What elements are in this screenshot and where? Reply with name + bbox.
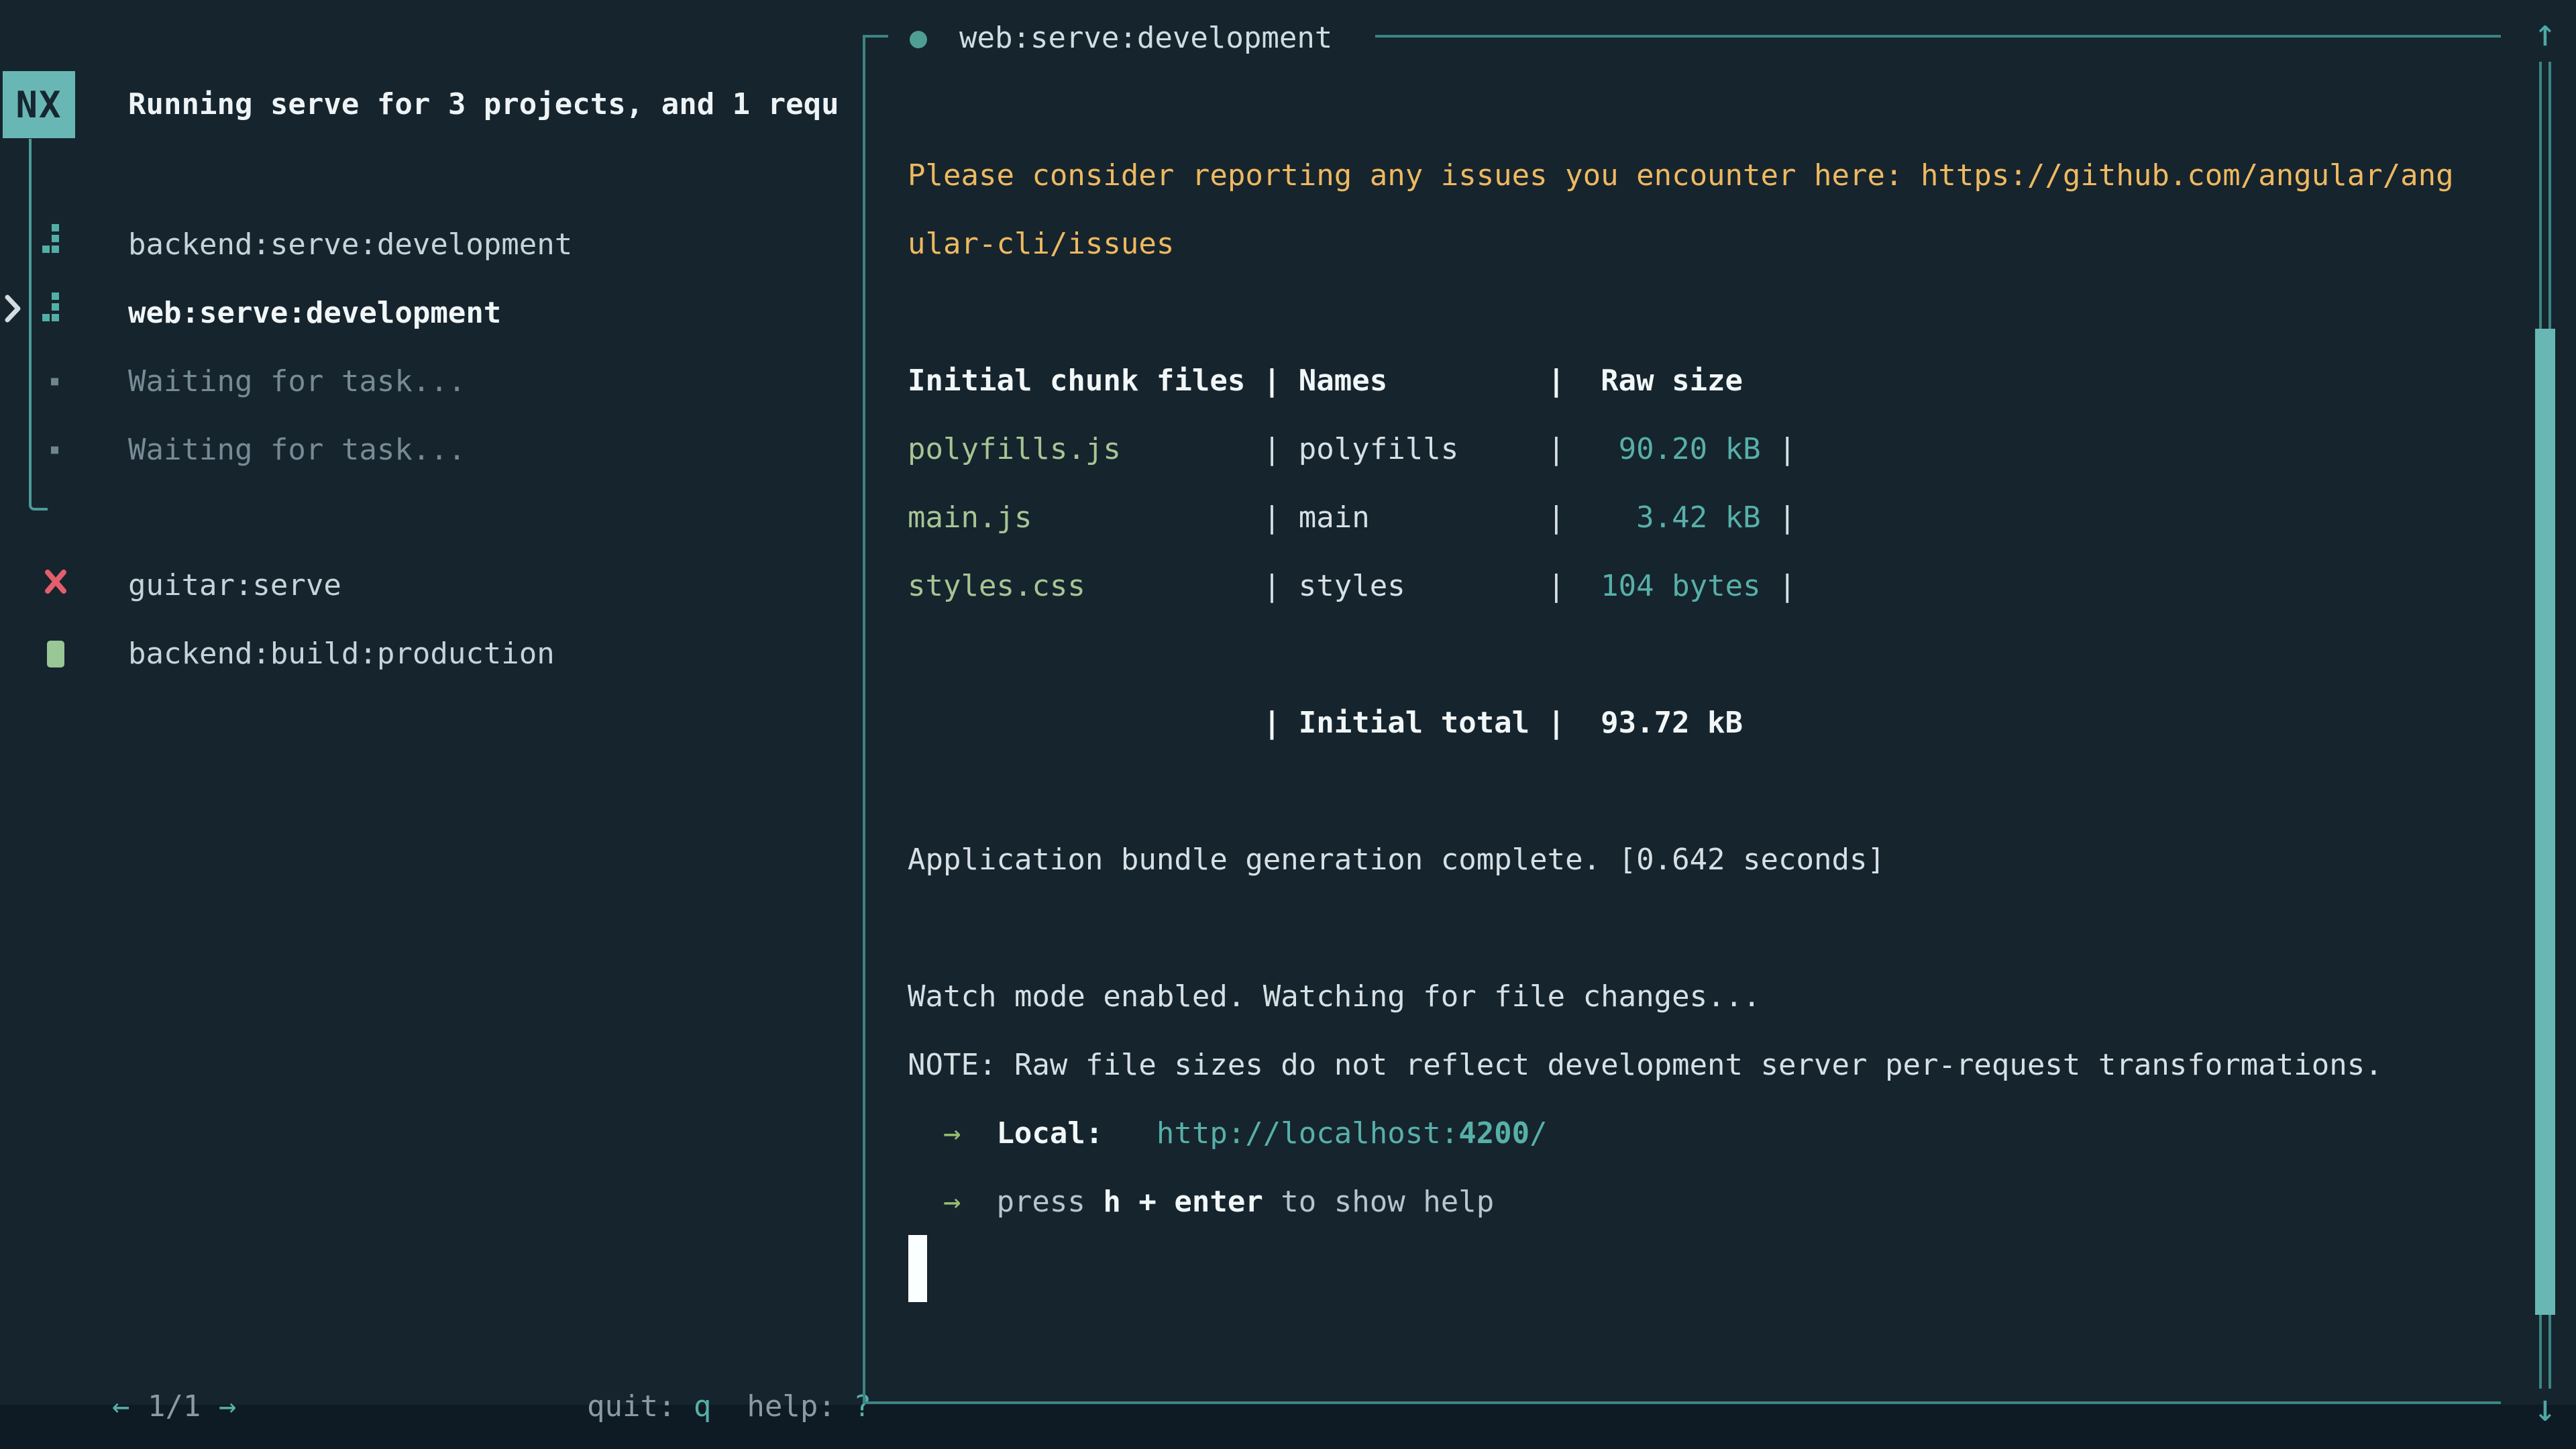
chunk-size: 90.20 kB <box>1583 432 1761 466</box>
terminal-cursor <box>908 1235 927 1302</box>
error-x-icon <box>44 551 67 620</box>
help-hint-pre: press <box>996 1185 1103 1219</box>
quit-label: quit: <box>587 1389 676 1424</box>
chunk-file: main.js <box>908 500 1032 535</box>
panel-border-bottom <box>863 1401 2501 1404</box>
chunk-file: polyfills.js <box>908 432 1121 466</box>
page-indicator: 1/1 <box>148 1389 201 1424</box>
spinner-icon <box>42 279 60 347</box>
spinner-icon <box>42 211 60 279</box>
chunk-table-row: polyfills.js | polyfills | 90.20 kB | <box>908 415 2504 484</box>
task-row-waiting-2[interactable]: Waiting for task... <box>0 416 861 484</box>
task-row-backend-serve-development[interactable]: backend:serve:development <box>0 211 861 279</box>
running-status-dot-icon <box>910 31 927 48</box>
output-line-notice: ular-cli/issues <box>908 210 2504 278</box>
waiting-dot-icon <box>51 378 58 386</box>
table-separator: | <box>1405 569 1583 603</box>
panel-border-left <box>863 35 865 1404</box>
panel-border-top-stub <box>863 35 888 38</box>
table-separator: | <box>1121 432 1299 466</box>
task-row-web-serve-development[interactable]: web:serve:development <box>0 279 861 347</box>
chunk-table-total-row: | Initial total | 93.72 kB <box>908 689 2504 757</box>
arrow-right-icon: → <box>943 1116 961 1150</box>
arrow-right-icon: → <box>943 1185 961 1219</box>
table-separator: | <box>1761 500 1796 535</box>
task-label-selected: web:serve:development <box>128 279 501 347</box>
task-label: Waiting for task... <box>128 416 466 484</box>
output-line-blank <box>908 757 2504 826</box>
table-separator: | <box>1085 569 1299 603</box>
table-separator: | <box>1761 569 1796 603</box>
keyboard-shortcuts: quit:qhelp:? <box>516 1304 871 1373</box>
output-line-bundle-complete: Application bundle generation complete. … <box>908 826 2504 894</box>
selected-task-indicator-icon <box>4 279 21 347</box>
chunk-name: polyfills <box>1299 432 1458 466</box>
help-hint-keys: h + enter <box>1103 1185 1263 1219</box>
output-line-blank <box>908 894 2504 963</box>
task-label: Waiting for task... <box>128 347 466 416</box>
output-line-notice: Please consider reporting any issues you… <box>908 142 2504 210</box>
terminal-output: Please consider reporting any issues you… <box>908 142 2504 1236</box>
chunk-name: styles <box>1299 569 1405 603</box>
help-label: help: <box>747 1389 835 1424</box>
local-url[interactable]: http://localhost:4200/ <box>1157 1116 1548 1150</box>
output-line-help-hint: → press h + enter to show help <box>908 1168 2504 1236</box>
task-row-guitar-serve[interactable]: guitar:serve <box>0 551 861 620</box>
output-line-local-url: → Local: http://localhost:4200/ <box>908 1099 2504 1168</box>
url-port: 4200 <box>1458 1116 1529 1150</box>
task-label: backend:serve:development <box>128 211 572 279</box>
chunk-size: 104 bytes <box>1583 569 1761 603</box>
success-square-icon <box>47 641 64 667</box>
table-separator: | <box>1370 500 1583 535</box>
scroll-down-arrow-icon[interactable]: ↓ <box>2524 1381 2567 1437</box>
output-line-blank <box>908 278 2504 347</box>
help-hint-post: to show help <box>1263 1185 1494 1219</box>
task-row-waiting-1[interactable]: Waiting for task... <box>0 347 861 416</box>
chunk-table-row: styles.css | styles | 104 bytes | <box>908 552 2504 621</box>
table-separator: | <box>1761 432 1796 466</box>
page-prev-arrow-icon[interactable]: ← <box>112 1389 130 1424</box>
panel-title: web:serve:development <box>959 4 1332 72</box>
page-title: Running serve for 3 projects, and 1 requ <box>128 71 859 138</box>
task-label: guitar:serve <box>128 551 341 620</box>
chunk-table-row: main.js | main | 3.42 kB | <box>908 484 2504 552</box>
chunk-size: 3.42 kB <box>1583 500 1761 535</box>
nx-terminal-ui: NX Running serve for 3 projects, and 1 r… <box>0 0 2576 1449</box>
scrollbar-thumb[interactable] <box>2535 329 2555 1315</box>
waiting-dot-icon <box>51 447 58 454</box>
url-suffix: / <box>1529 1116 1548 1150</box>
task-label: backend:build:production <box>128 620 555 688</box>
table-separator: | <box>1458 432 1582 466</box>
output-line-watch-mode: Watch mode enabled. Watching for file ch… <box>908 963 2504 1031</box>
pagination: ←1/1→ <box>41 1304 236 1373</box>
chunk-table-header: Initial chunk files | Names | Raw size <box>908 347 2504 415</box>
quit-key: q <box>694 1389 712 1424</box>
terminal-bottom-bar <box>0 1405 2576 1449</box>
nx-logo: NX <box>3 71 75 138</box>
local-label: Local: <box>996 1116 1103 1150</box>
chunk-file: styles.css <box>908 569 1085 603</box>
url-prefix: http://localhost: <box>1157 1116 1458 1150</box>
output-line-note: NOTE: Raw file sizes do not reflect deve… <box>908 1031 2504 1099</box>
task-row-backend-build-production[interactable]: backend:build:production <box>0 620 861 688</box>
scroll-up-arrow-icon[interactable]: ↑ <box>2524 5 2567 62</box>
page-next-arrow-icon[interactable]: → <box>219 1389 237 1424</box>
chunk-name: main <box>1299 500 1370 535</box>
output-line-blank <box>908 621 2504 689</box>
table-separator: | <box>1032 500 1298 535</box>
panel-border-top <box>1375 35 2501 38</box>
